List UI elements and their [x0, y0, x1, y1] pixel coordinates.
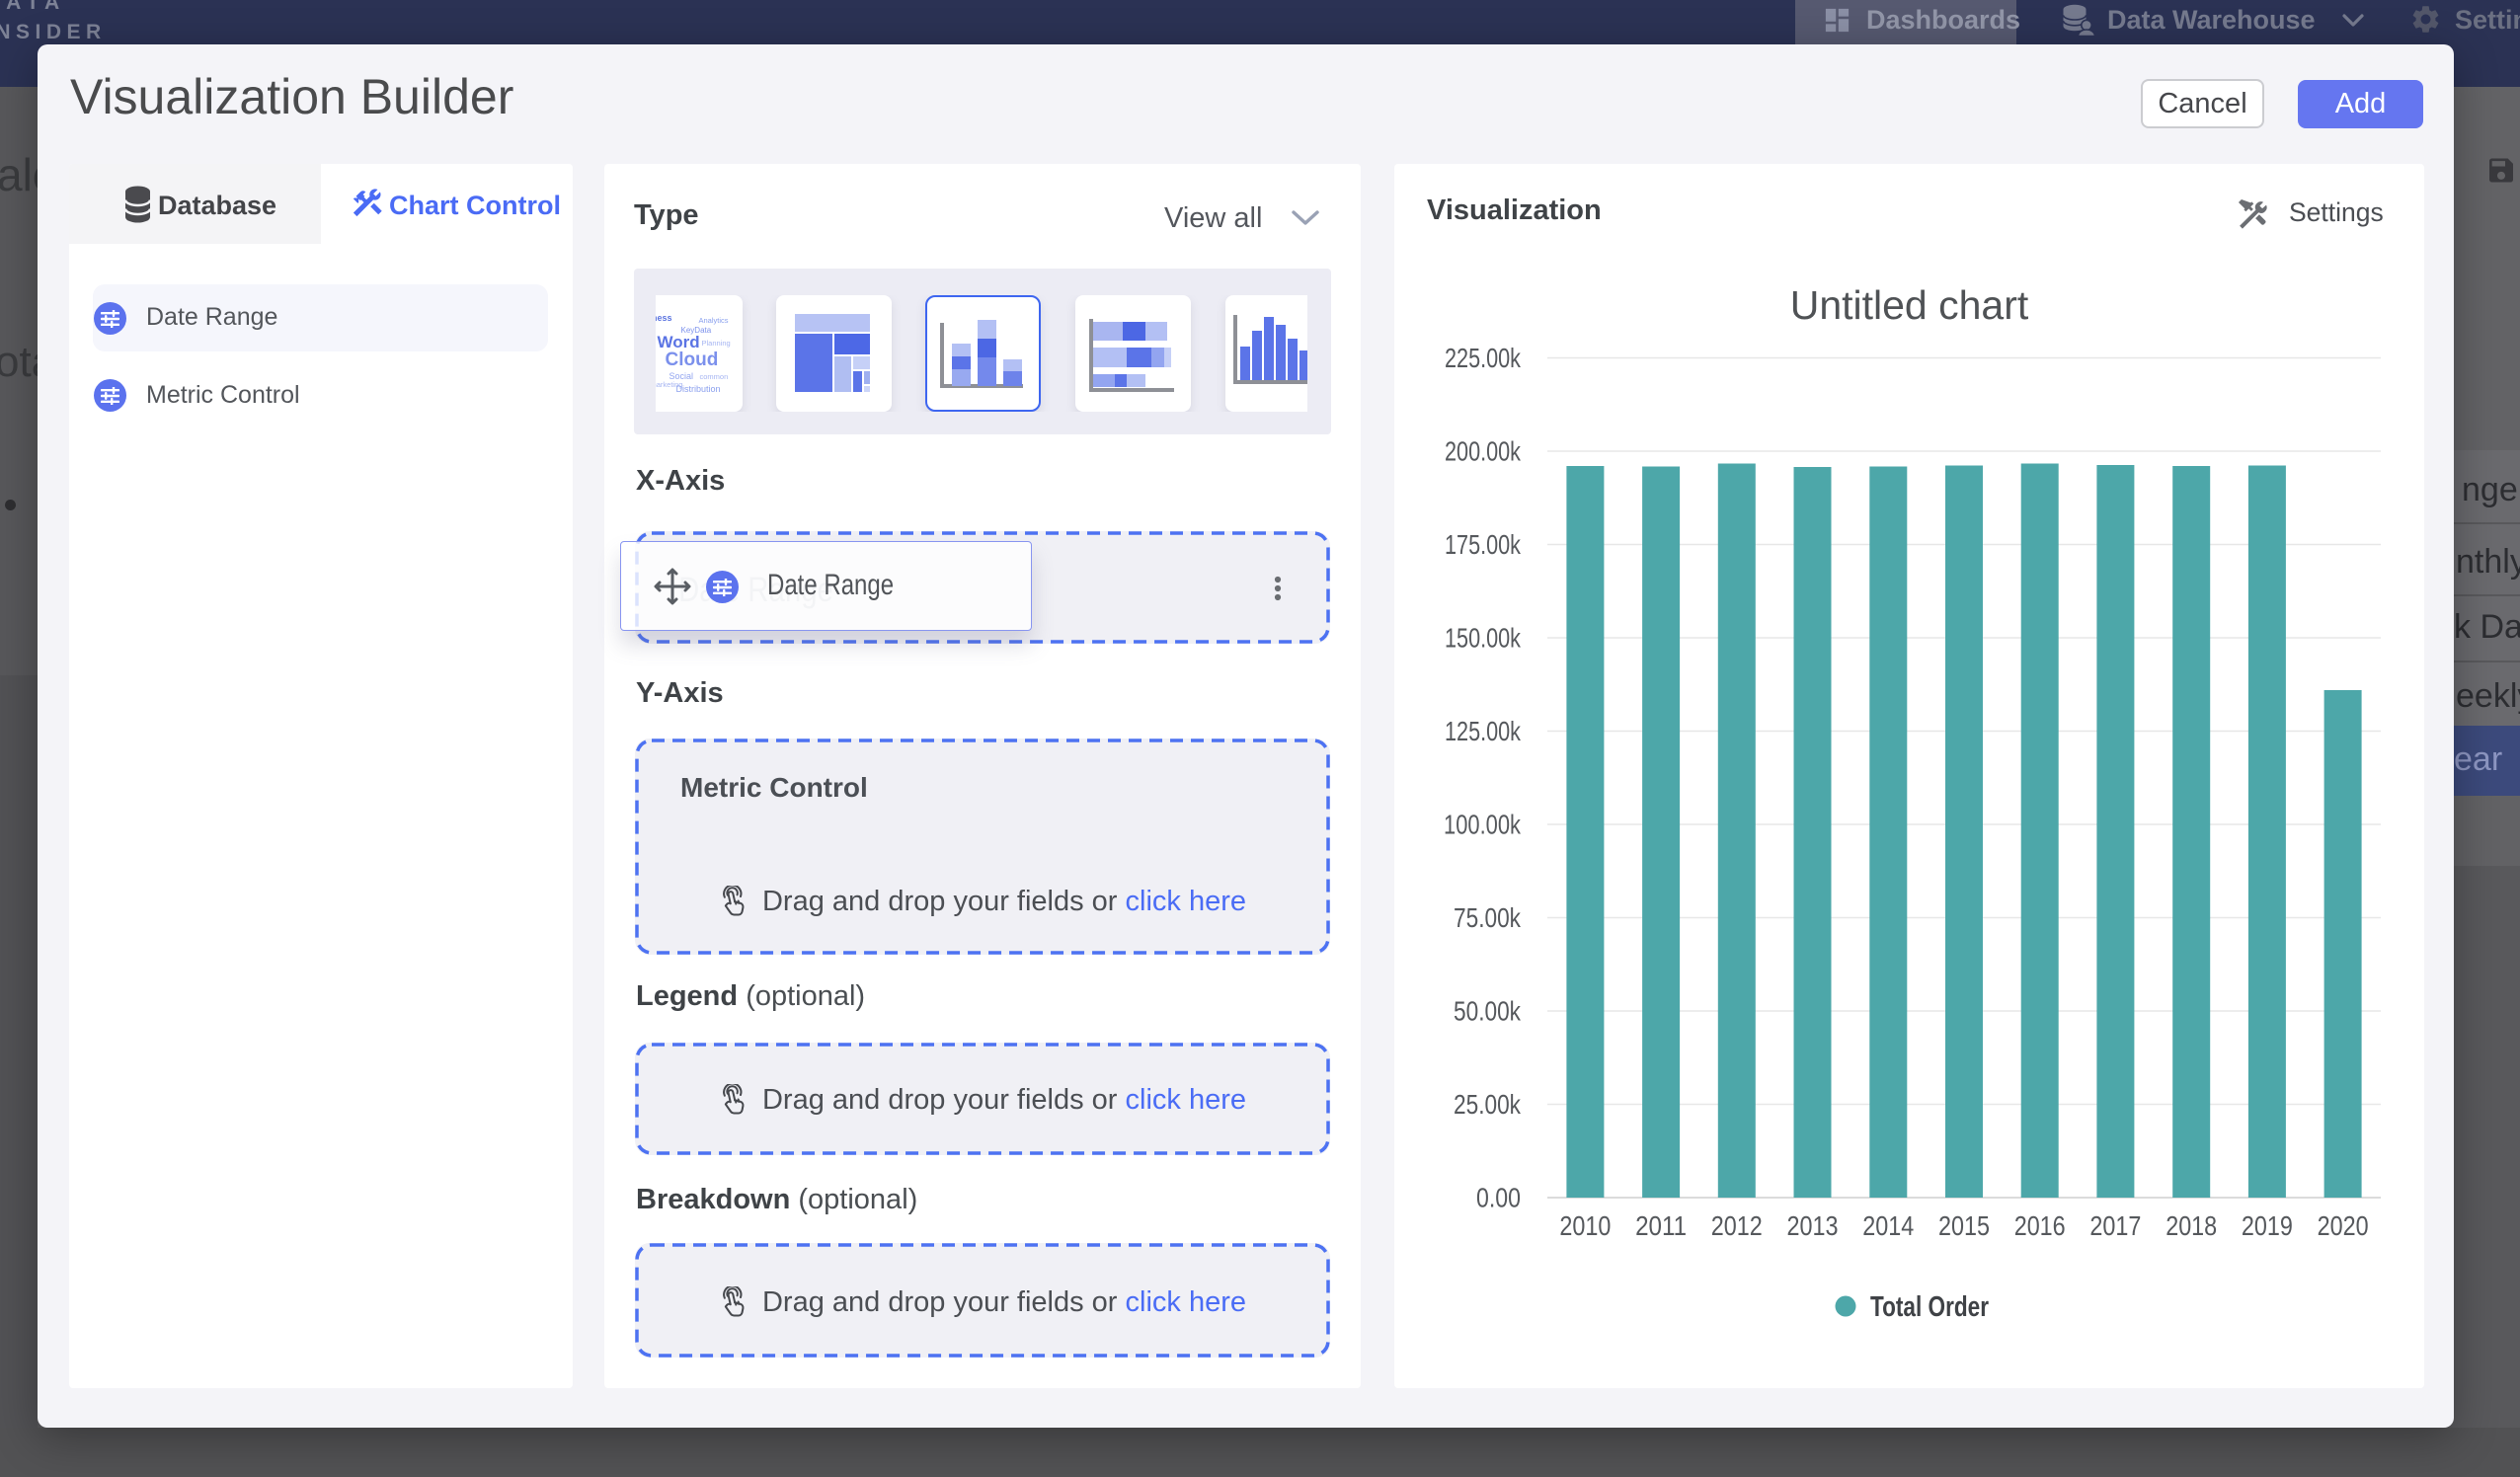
svg-text:100.00k: 100.00k	[1444, 810, 1522, 840]
svg-text:225.00k: 225.00k	[1445, 343, 1522, 373]
svg-text:2020: 2020	[2318, 1210, 2369, 1241]
svg-text:Total Order: Total Order	[1870, 1291, 1989, 1323]
svg-text:2017: 2017	[2089, 1210, 2141, 1241]
svg-text:2018: 2018	[2166, 1210, 2217, 1241]
svg-text:175.00k: 175.00k	[1445, 529, 1522, 560]
svg-text:150.00k: 150.00k	[1445, 623, 1522, 654]
svg-text:2015: 2015	[1938, 1210, 1990, 1241]
svg-text:75.00k: 75.00k	[1454, 902, 1522, 933]
svg-text:25.00k: 25.00k	[1454, 1089, 1522, 1120]
svg-text:2012: 2012	[1711, 1210, 1763, 1241]
svg-text:200.00k: 200.00k	[1445, 436, 1522, 467]
svg-text:2013: 2013	[1787, 1210, 1839, 1241]
svg-text:2016: 2016	[2014, 1210, 2066, 1241]
svg-text:50.00k: 50.00k	[1454, 996, 1522, 1027]
svg-text:125.00k: 125.00k	[1445, 716, 1522, 746]
svg-text:2011: 2011	[1635, 1210, 1687, 1241]
svg-text:2014: 2014	[1862, 1210, 1914, 1241]
svg-text:2010: 2010	[1559, 1210, 1611, 1241]
svg-text:2019: 2019	[2242, 1210, 2293, 1241]
svg-text:0.00: 0.00	[1476, 1183, 1521, 1213]
